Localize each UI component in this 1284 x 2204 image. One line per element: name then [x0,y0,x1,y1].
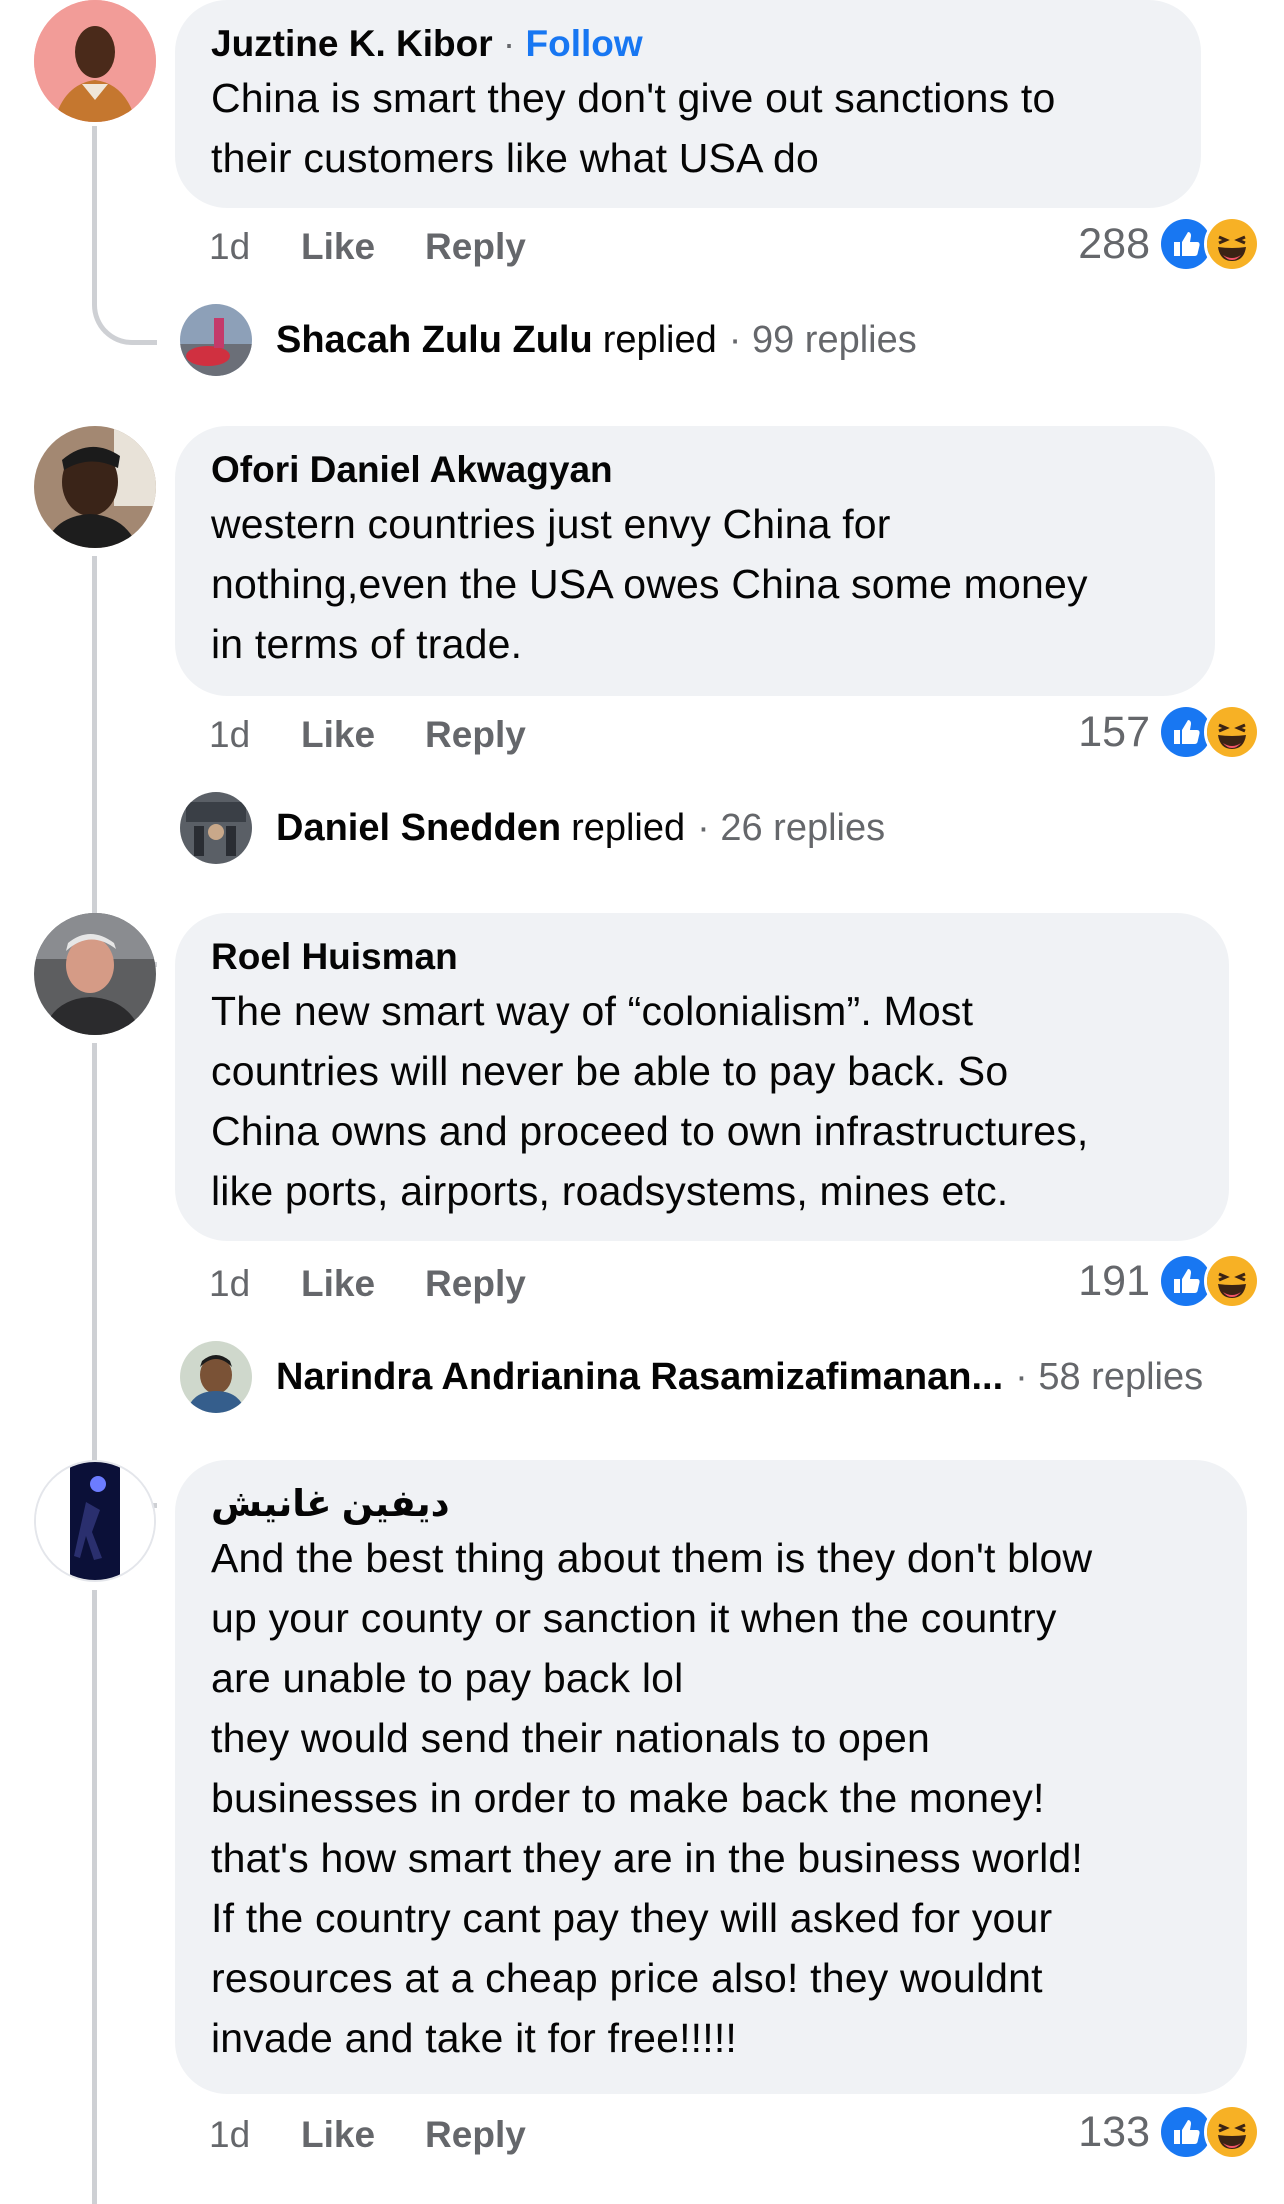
avatar-photo [34,0,156,122]
replier-avatar [180,1341,252,1413]
view-replies-row[interactable]: Daniel Snedden replied · 26 replies [180,792,885,864]
replies-count: · 26 replies [697,806,886,849]
replier-name: Narindra Andrianina Rasamizafimanan... [276,1355,1004,1398]
reply-button[interactable]: Reply [425,1259,526,1309]
like-button[interactable]: Like [301,2110,375,2160]
comment-bubble[interactable]: Ofori Daniel Akwagyan western countries … [175,426,1215,696]
reply-button[interactable]: Reply [425,710,526,760]
comment-author[interactable]: ديفين غانيش [211,1483,450,1524]
reaction-summary[interactable]: 288 [1078,216,1260,272]
reaction-count: 133 [1078,2107,1150,2156]
comment-age[interactable]: 1d [209,2110,301,2160]
like-button[interactable]: Like [301,1259,375,1309]
comment-text: western countries just envy China for no… [211,501,1088,667]
replier-name: Shacah Zulu Zulu [276,318,593,361]
comment-text: The new smart way of “colonialism”. Most… [211,988,1089,1214]
comment-text: And the best thing about them is they do… [211,1535,1093,2061]
haha-reaction-icon [1204,1253,1260,1309]
thread-connector [92,556,157,967]
view-replies-row[interactable]: Shacah Zulu Zulu replied · 99 replies [180,304,917,376]
avatar[interactable] [34,0,156,122]
avatar-photo [34,426,156,548]
replier-avatar [180,304,252,376]
view-replies-row[interactable]: Narindra Andrianina Rasamizafimanan... ·… [180,1341,1203,1413]
comment-bubble[interactable]: Juztine K. Kibor · Follow China is smart… [175,0,1201,208]
haha-reaction-icon [1204,704,1260,760]
comment-age[interactable]: 1d [209,222,301,272]
reaction-summary[interactable]: 191 [1078,1253,1260,1309]
comment-bubble[interactable]: ديفين غانيش And the best thing about the… [175,1460,1247,2094]
avatar[interactable] [34,1460,156,1582]
replies-count: · 58 replies [1015,1355,1204,1398]
comment-bubble[interactable]: Roel Huisman The new smart way of “colon… [175,913,1229,1241]
replied-label: replied [602,318,717,361]
comment-author[interactable]: Roel Huisman [211,936,458,977]
avatar-photo [36,1462,154,1580]
replied-label: replied [571,806,686,849]
like-button[interactable]: Like [301,710,375,760]
reaction-count: 288 [1078,219,1150,268]
reaction-summary[interactable]: 133 [1078,2104,1260,2160]
haha-reaction-icon [1204,216,1260,272]
comment-author[interactable]: Ofori Daniel Akwagyan [211,449,613,490]
comment-age[interactable]: 1d [209,1259,301,1309]
replies-count: · 99 replies [728,318,917,361]
reaction-summary[interactable]: 157 [1078,704,1260,760]
separator-dot: · [502,23,516,64]
thread-connector [92,126,157,345]
replier-name: Daniel Snedden [276,806,562,849]
avatar[interactable] [34,913,156,1035]
reaction-count: 157 [1078,707,1150,756]
comment-actions: 1d Like Reply [209,222,576,272]
comment-author[interactable]: Juztine K. Kibor [211,23,493,64]
reply-button[interactable]: Reply [425,2110,526,2160]
thread-connector [92,1590,97,2204]
avatar[interactable] [34,426,156,548]
comment-actions: 1d Like Reply [209,710,576,760]
replier-avatar [180,792,252,864]
follow-button[interactable]: Follow [526,23,643,64]
comment-text: China is smart they don't give out sanct… [211,75,1056,181]
reaction-count: 191 [1078,1256,1150,1305]
comment-age[interactable]: 1d [209,710,301,760]
haha-reaction-icon [1204,2104,1260,2160]
reply-button[interactable]: Reply [425,222,526,272]
comment-actions: 1d Like Reply [209,1259,576,1309]
like-button[interactable]: Like [301,222,375,272]
comment-actions: 1d Like Reply [209,2110,576,2160]
avatar-photo [34,913,156,1035]
thread-connector [92,1043,157,1508]
